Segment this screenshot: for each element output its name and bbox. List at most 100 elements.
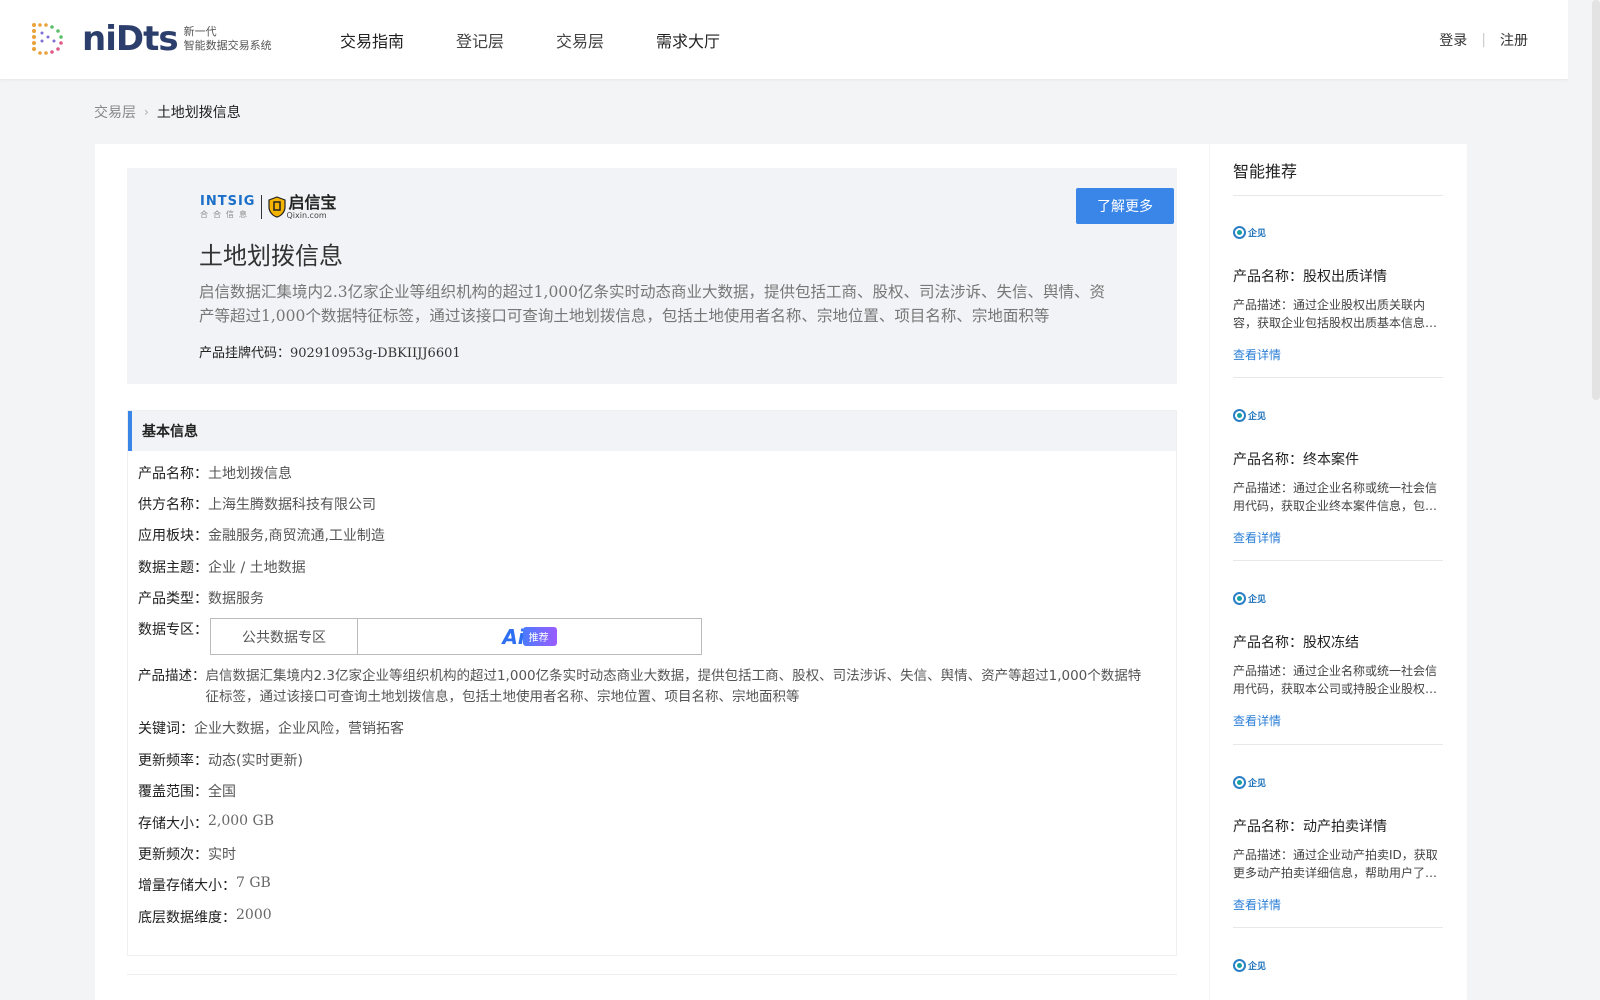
qijian-logo-icon (1233, 225, 1246, 239)
provider-logo: INTSIG 合合信息 启信宝 Qixin.com (200, 190, 336, 224)
provider-logo-text: 企见 (1248, 778, 1267, 789)
info-value: 动态(实时更新) (208, 753, 303, 769)
info-row-type: 产品类型： 数据服务 (138, 588, 264, 608)
recommendation-name[interactable]: 产品名称：股权出质详情 (1233, 266, 1443, 286)
qijian-logo-icon (1233, 775, 1246, 789)
view-details-link[interactable]: 查看详情 (1233, 896, 1443, 913)
info-label: 更新频率： (138, 753, 208, 769)
product-detail-panel: INTSIG 合合信息 启信宝 Qixin.com 土地划拨信息 启信数据汇集境… (95, 144, 1209, 1000)
login-link[interactable]: 登录 (1439, 30, 1467, 50)
listing-code-label: 产品挂牌代码： (199, 346, 291, 361)
info-value: 土地划拨信息 (208, 466, 292, 482)
nav-trade-guide[interactable]: 交易指南 (340, 28, 404, 52)
info-value: 实时 (208, 847, 236, 863)
qixin-shield-icon (268, 196, 287, 218)
info-row-storage: 存储大小： 2,000 GB (138, 813, 274, 833)
info-label: 数据主题： (138, 560, 208, 576)
recommendation-description: 产品描述：通过企业动产拍卖ID，获取更多动产拍卖详细信息，帮助用户了解详情 (1233, 848, 1438, 880)
recommendation-name[interactable]: 产品名称：股权冻结 (1233, 632, 1443, 652)
provider-logo-text: 企见 (1248, 411, 1267, 422)
nav-registry-layer[interactable]: 登记层 (456, 28, 504, 52)
recommendation-item: 企见 产品名称：终本案件 产品描述：通过企业名称或统一社会信用代码，获取企业终本… (1233, 407, 1443, 546)
provider-logo: 企见 (1233, 407, 1443, 423)
provider-logo: 企见 (1233, 957, 1443, 973)
info-row-coverage: 覆盖范围： 全国 (138, 781, 236, 801)
recommendation-item: 企见 产品名称：股权冻结 产品描述：通过企业名称或统一社会信用代码，获取本公司或… (1233, 590, 1443, 729)
next-section-card (127, 974, 1177, 1000)
view-details-link[interactable]: 查看详情 (1233, 346, 1443, 363)
qixin-logo: 启信宝 Qixin.com (286, 192, 337, 220)
info-row-product-name: 产品名称： 土地划拨信息 (138, 463, 292, 483)
info-value: 金融服务,商贸流通,工业制造 (208, 528, 385, 544)
info-row-description: 产品描述： 启信数据汇集境内2.3亿家企业等组织机构的超过1,000亿条实时动态商… (138, 666, 1148, 708)
qijian-logo-icon (1233, 958, 1246, 972)
info-value: 2000 (236, 907, 272, 923)
logo-divider (261, 195, 263, 219)
provider-logo-text: 企见 (1248, 961, 1267, 972)
info-label: 产品类型： (138, 591, 208, 607)
info-label: 存储大小： (138, 816, 208, 832)
top-header: niDts 新一代 智能数据交易系统 交易指南 登记层 交易层 需求大厅 登录 … (0, 0, 1568, 79)
logo-tagline-line1: 新一代 (183, 25, 217, 38)
listing-code: 产品挂牌代码：902910953g-DBKIIJJ6601 (199, 342, 461, 361)
recommendation-name[interactable]: 产品名称：动产拍卖详情 (1233, 816, 1443, 836)
intsig-wordmark: INTSIG (200, 193, 256, 209)
info-label: 数据专区： (138, 622, 208, 638)
info-row-sector: 应用板块： 金融服务,商贸流通,工业制造 (138, 525, 385, 545)
info-row-incremental-storage: 增量存储大小： 7 GB (138, 875, 271, 895)
provider-logo: 企见 (1233, 774, 1443, 790)
qixin-wordmark: 启信宝 (288, 192, 337, 212)
logo-dots-icon (32, 23, 63, 55)
product-summary: 启信数据汇集境内2.3亿家企业等组织机构的超过1,000亿条实时动态商业大数据，… (199, 283, 1106, 325)
provider-logo: 企见 (1233, 590, 1443, 606)
divider (1233, 195, 1443, 196)
view-details-link[interactable]: 查看详情 (1233, 712, 1443, 729)
info-value: 7 GB (236, 875, 271, 891)
zone-cell-public: 公共数据专区 (211, 619, 358, 654)
ai-recommend-badge: Ai 推荐 (502, 624, 557, 649)
info-value: 上海生腾数据科技有限公司 (208, 497, 376, 513)
site-logo[interactable]: niDts 新一代 智能数据交易系统 (28, 18, 272, 60)
breadcrumb-trade-layer[interactable]: 交易层 (94, 102, 136, 122)
chevron-right-icon: › (144, 105, 149, 119)
recommendation-item: 企见 (1233, 957, 1443, 973)
recommendation-name[interactable]: 产品名称：终本案件 (1233, 449, 1443, 469)
info-row-dimensions: 底层数据维度： 2000 (138, 907, 272, 927)
scrollbar-thumb[interactable] (1592, 0, 1600, 400)
logo-tagline-line2: 智能数据交易系统 (183, 39, 272, 52)
page-scrollbar[interactable] (1568, 0, 1600, 1000)
logo-wordmark: niDts (82, 19, 179, 59)
ai-recommend-tag: 推荐 (522, 627, 557, 646)
sidebar-title: 智能推荐 (1233, 162, 1298, 181)
recommendation-description: 产品描述：通过企业股权出质关联内容，获取企业包括股权出质基本信息、质权人等详细信… (1233, 298, 1438, 330)
recommendation-item: 企见 产品名称：股权出质详情 产品描述：通过企业股权出质关联内容，获取企业包括股… (1233, 224, 1443, 363)
qijian-logo-icon (1233, 408, 1246, 422)
info-value: 企业 / 土地数据 (208, 560, 306, 576)
nav-demand-hall[interactable]: 需求大厅 (656, 28, 720, 52)
recommendation-description: 产品描述：通过企业名称或统一社会信用代码，获取企业终本案件信息，包括案号等 (1233, 481, 1438, 513)
info-label: 覆盖范围： (138, 784, 208, 800)
info-label: 产品名称： (138, 466, 208, 482)
recommendation-item: 企见 产品名称：动产拍卖详情 产品描述：通过企业动产拍卖ID，获取更多动产拍卖详… (1233, 774, 1443, 913)
data-zone-table: 公共数据专区 Ai 推荐 (210, 618, 702, 655)
info-value: 2,000 GB (208, 813, 275, 829)
intsig-subtitle: 合合信息 (200, 209, 252, 219)
intsig-logo: INTSIG 合合信息 (200, 193, 256, 220)
info-label: 供方名称： (138, 497, 208, 513)
listing-code-value: 902910953g-DBKIIJJ6601 (290, 346, 461, 361)
view-details-link[interactable]: 查看详情 (1233, 529, 1443, 546)
qijian-logo-icon (1233, 591, 1246, 605)
recommendation-sidebar: 智能推荐 企见 产品名称：股权出质详情 产品描述：通过企业股权出质关联内容，获取… (1210, 144, 1467, 1000)
nav-trade-layer[interactable]: 交易层 (556, 28, 604, 52)
info-row-update-frequency: 更新频率： 动态(实时更新) (138, 750, 303, 770)
zone-cell-ai: Ai 推荐 (358, 619, 701, 654)
provider-logo: 企见 (1233, 224, 1443, 240)
provider-logo-text: 企见 (1248, 594, 1267, 605)
info-value: 企业大数据，企业风险，营销拓客 (194, 721, 404, 737)
learn-more-button[interactable]: 了解更多 (1076, 188, 1174, 224)
info-label: 增量存储大小： (138, 878, 236, 894)
info-label: 底层数据维度： (138, 910, 236, 926)
register-link[interactable]: 注册 (1500, 30, 1528, 50)
product-hero: INTSIG 合合信息 启信宝 Qixin.com 土地划拨信息 启信数据汇集境… (127, 168, 1177, 384)
ai-logo-icon: Ai (502, 624, 525, 649)
